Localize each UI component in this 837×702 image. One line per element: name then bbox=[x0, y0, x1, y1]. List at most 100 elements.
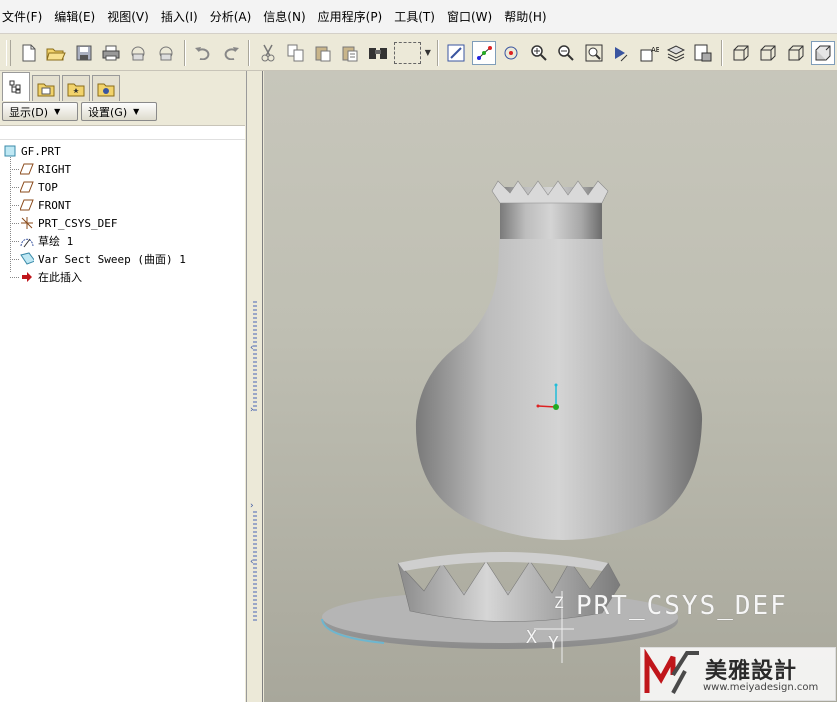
layers-icon[interactable] bbox=[664, 41, 687, 65]
toolbar-separator bbox=[721, 39, 724, 66]
save-icon[interactable] bbox=[72, 41, 95, 65]
model-tree: GF.PRT RIGHT TOP FRONT PRT_CSYS_DEF 草绘 1 bbox=[0, 125, 245, 702]
menu-tools[interactable]: 工具(T) bbox=[394, 8, 441, 25]
tree-item-label: Var Sect Sweep (曲面) 1 bbox=[38, 253, 186, 266]
menu-view[interactable]: 视图(V) bbox=[107, 8, 155, 25]
wireframe-icon[interactable] bbox=[729, 41, 752, 65]
menu-analysis[interactable]: 分析(A) bbox=[210, 8, 258, 25]
copy-icon[interactable] bbox=[284, 41, 307, 65]
redo-icon[interactable] bbox=[219, 41, 242, 65]
menu-help[interactable]: 帮助(H) bbox=[504, 8, 552, 25]
tree-item-sweep[interactable]: Var Sect Sweep (曲面) 1 bbox=[20, 250, 186, 268]
tree-connector bbox=[10, 187, 19, 188]
repaint-icon[interactable] bbox=[445, 41, 468, 65]
tree-item-sketch[interactable]: 草绘 1 bbox=[20, 232, 73, 250]
orient-mode-icon[interactable] bbox=[500, 41, 523, 65]
select-box-icon[interactable] bbox=[393, 41, 421, 64]
toolbar-grip[interactable] bbox=[6, 39, 11, 66]
splitter-grip[interactable] bbox=[253, 301, 257, 411]
refit-icon[interactable] bbox=[582, 41, 605, 65]
show-dropdown-button[interactable]: 显示(D) ▼ bbox=[2, 102, 78, 121]
datum-plane-icon bbox=[20, 180, 34, 194]
undo-icon[interactable] bbox=[192, 41, 215, 65]
chevron-left-icon[interactable]: ‹ bbox=[250, 343, 254, 353]
no-hidden-icon[interactable] bbox=[784, 41, 807, 65]
watermark-url: www.meiyadesign.com bbox=[703, 682, 819, 693]
vase-skirt-top bbox=[398, 552, 608, 571]
hidden-line-icon[interactable] bbox=[757, 41, 780, 65]
show-button-label: 显示(D) bbox=[9, 105, 49, 119]
svg-text:AB: AB bbox=[651, 46, 659, 54]
axis-x-tip bbox=[536, 404, 540, 408]
sketch-icon bbox=[20, 234, 34, 248]
axis-x-label: X bbox=[526, 627, 537, 648]
paste-special-icon[interactable] bbox=[339, 41, 362, 65]
sweep-surface-icon bbox=[20, 252, 34, 266]
tree-item-front[interactable]: FRONT bbox=[20, 196, 71, 214]
panel-splitter[interactable]: ‹ › › ‹ bbox=[247, 71, 263, 702]
new-icon[interactable] bbox=[17, 41, 40, 65]
settings-dropdown-button[interactable]: 设置(G) ▼ bbox=[81, 102, 157, 121]
tree-header bbox=[0, 126, 245, 140]
zoom-in-icon[interactable] bbox=[527, 41, 550, 65]
tree-item-csys[interactable]: PRT_CSYS_DEF bbox=[20, 214, 117, 232]
send-email-icon[interactable] bbox=[127, 41, 150, 65]
print-icon[interactable] bbox=[99, 41, 122, 65]
datum-plane-icon bbox=[20, 162, 34, 176]
reorient-icon[interactable] bbox=[609, 41, 632, 65]
tree-connector bbox=[10, 277, 19, 278]
chevron-right-icon[interactable]: › bbox=[250, 501, 254, 511]
menu-insert[interactable]: 插入(I) bbox=[161, 8, 204, 25]
watermark: 美雅設計 www.meiyadesign.com bbox=[640, 647, 836, 701]
menu-applications[interactable]: 应用程序(P) bbox=[318, 8, 389, 25]
csys-origin bbox=[553, 404, 559, 410]
menu-window[interactable]: 窗口(W) bbox=[447, 8, 498, 25]
csys-label: PRT_CSYS_DEF bbox=[576, 591, 788, 621]
tree-item-right[interactable]: RIGHT bbox=[20, 160, 71, 178]
paste-icon[interactable] bbox=[311, 41, 334, 65]
tree-item-label: FRONT bbox=[38, 198, 72, 212]
chevron-down-icon: ▼ bbox=[133, 107, 140, 116]
tab-model-tree[interactable] bbox=[2, 72, 30, 101]
shading-icon[interactable] bbox=[811, 40, 835, 65]
tree-item-top[interactable]: TOP bbox=[20, 178, 58, 196]
saved-views-icon[interactable]: AB bbox=[637, 41, 660, 65]
chevron-down-icon: ▼ bbox=[54, 107, 61, 116]
vase-body bbox=[415, 231, 703, 540]
tree-item-label: TOP bbox=[38, 180, 58, 194]
main-toolbar: ▼ AB bbox=[0, 35, 837, 71]
tree-item-root[interactable]: GF.PRT bbox=[3, 142, 61, 160]
spin-center-icon[interactable] bbox=[472, 40, 496, 65]
chevron-down-icon[interactable]: ▼ bbox=[423, 48, 433, 57]
tree-connector bbox=[10, 169, 19, 170]
panel-tabs bbox=[0, 71, 247, 101]
vase-rim bbox=[491, 180, 609, 204]
axis-z-tip bbox=[554, 383, 558, 387]
menu-info[interactable]: 信息(N) bbox=[263, 8, 311, 25]
chevron-right-icon[interactable]: › bbox=[250, 405, 254, 415]
send-link-icon[interactable] bbox=[154, 41, 177, 65]
tab-folder-browser[interactable] bbox=[32, 75, 60, 101]
settings-button-label: 设置(G) bbox=[88, 105, 128, 119]
menu-file[interactable]: 文件(F) bbox=[2, 8, 48, 25]
chevron-left-icon[interactable]: ‹ bbox=[250, 557, 254, 567]
tree-item-label: RIGHT bbox=[38, 162, 72, 176]
open-icon[interactable] bbox=[44, 41, 67, 65]
menu-bar: 文件(F) 编辑(E) 视图(V) 插入(I) 分析(A) 信息(N) 应用程序… bbox=[0, 0, 837, 34]
toolbar-separator bbox=[436, 39, 439, 66]
tree-connector bbox=[10, 241, 19, 242]
meiya-logo bbox=[644, 649, 699, 694]
menu-edit[interactable]: 编辑(E) bbox=[54, 8, 101, 25]
graphics-window[interactable]: Z PRT_CSYS_DEF X Y 美雅設計 www.meiyadesign.… bbox=[264, 71, 837, 702]
cut-icon[interactable] bbox=[256, 41, 279, 65]
toolbar-separator bbox=[183, 39, 186, 66]
tree-item-insert-here[interactable]: 在此插入 bbox=[20, 268, 82, 286]
zoom-out-icon[interactable] bbox=[555, 41, 578, 65]
tab-connections[interactable] bbox=[92, 75, 120, 101]
axis-z-label: Z bbox=[554, 593, 564, 612]
tree-connector bbox=[10, 223, 19, 224]
search-icon[interactable] bbox=[366, 41, 389, 65]
toolbar-separator bbox=[248, 39, 251, 66]
tab-favorites[interactable] bbox=[62, 75, 90, 101]
view-manager-icon[interactable] bbox=[692, 41, 715, 65]
